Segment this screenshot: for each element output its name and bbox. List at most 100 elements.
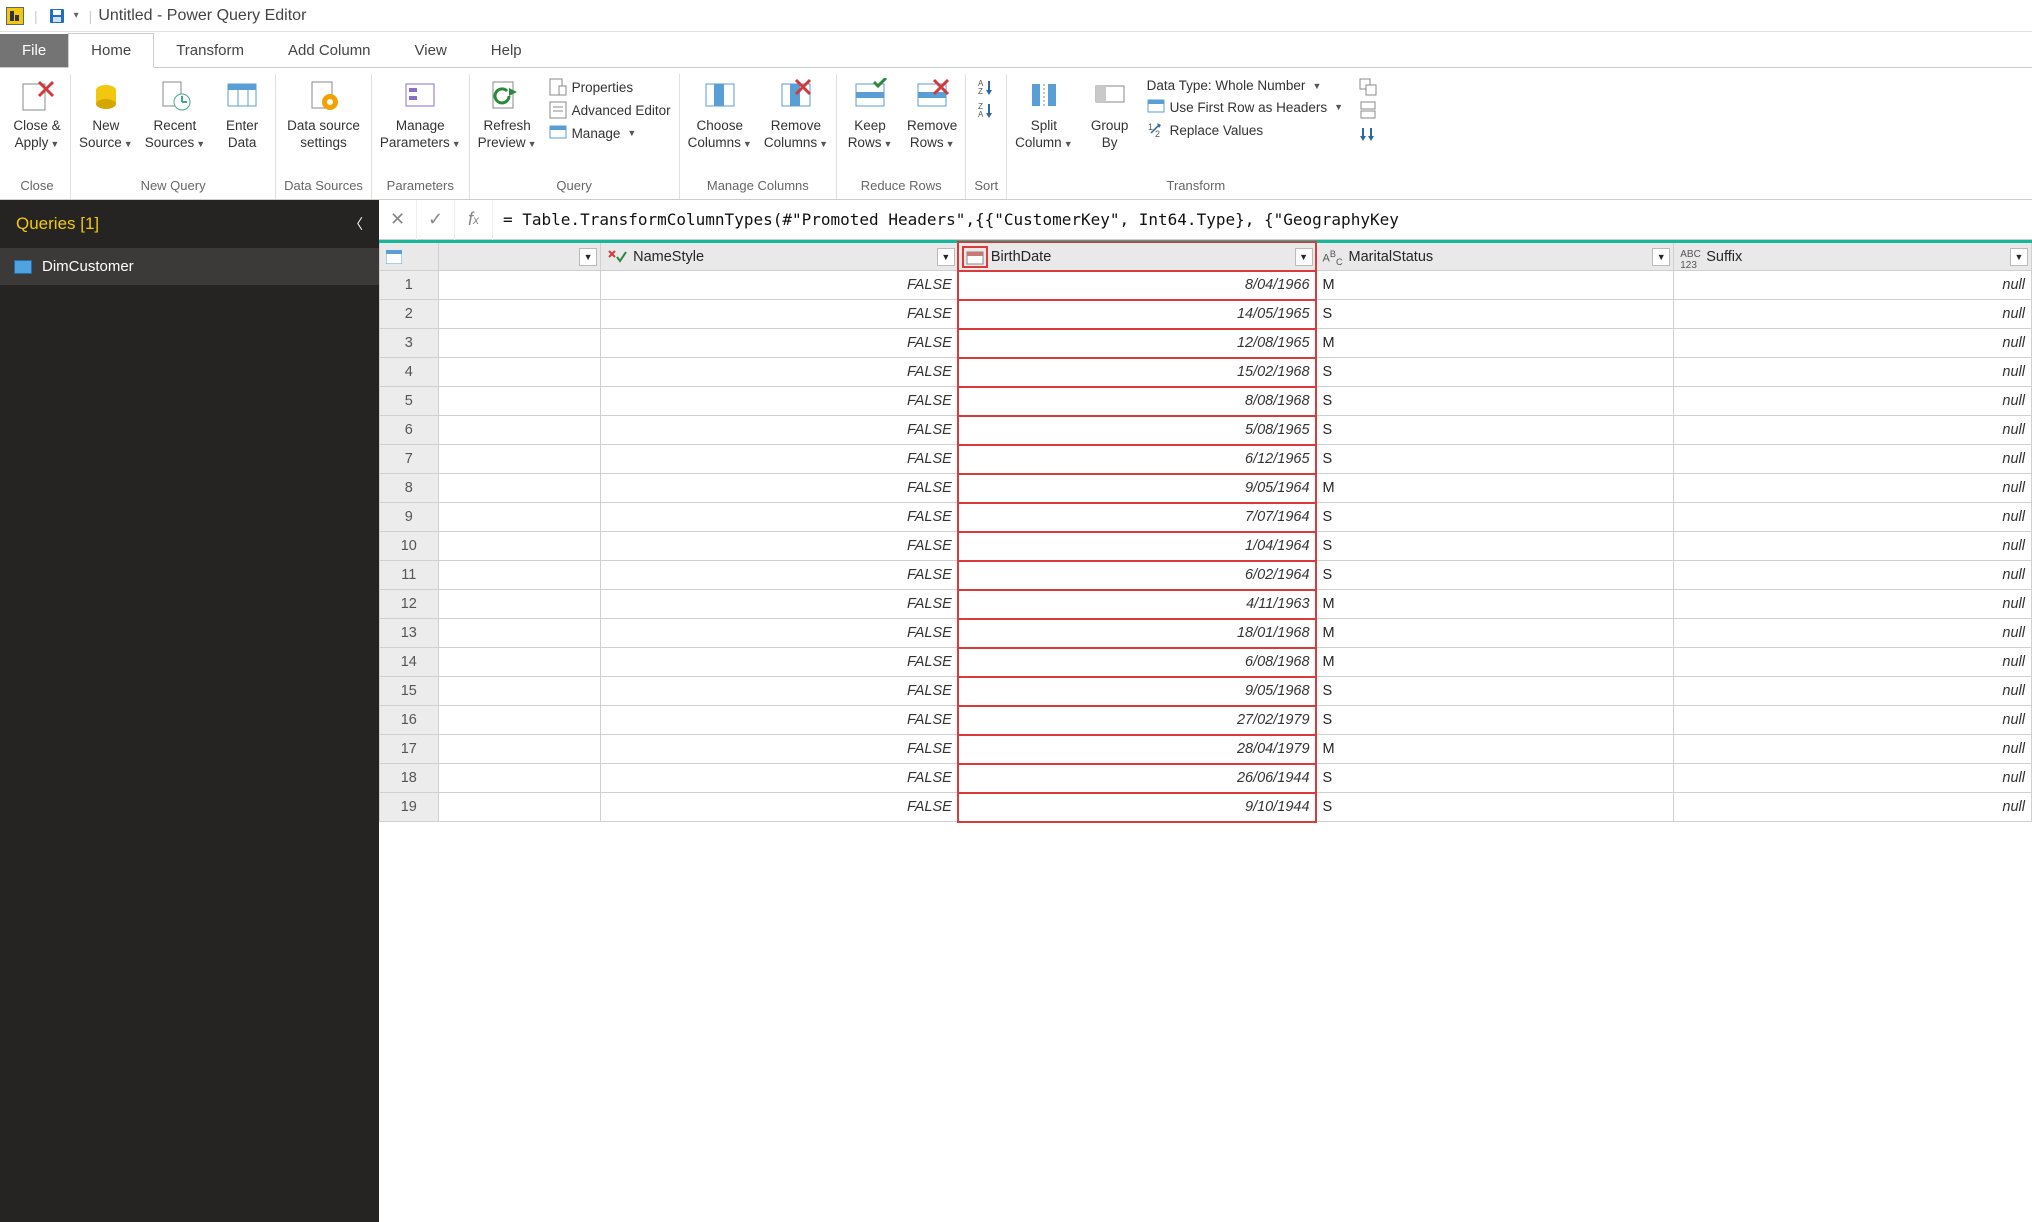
cell-maritalstatus[interactable]: S <box>1316 445 1674 474</box>
cell-maritalstatus[interactable]: S <box>1316 358 1674 387</box>
cell-suffix[interactable]: null <box>1674 416 2032 445</box>
cell-namestyle[interactable]: FALSE <box>601 300 959 329</box>
cell-birthdate[interactable]: 6/12/1965 <box>958 445 1316 474</box>
table-row[interactable]: 10 FALSE1/04/1964Snull <box>380 532 2032 561</box>
combine-files-button[interactable] <box>1359 124 1377 142</box>
replace-values-button[interactable]: 12 Replace Values <box>1147 121 1347 139</box>
cell-blank[interactable] <box>438 764 601 793</box>
cell-birthdate[interactable]: 9/05/1968 <box>958 677 1316 706</box>
cell-namestyle[interactable]: FALSE <box>601 532 959 561</box>
cell-namestyle[interactable]: FALSE <box>601 706 959 735</box>
cell-maritalstatus[interactable]: M <box>1316 619 1674 648</box>
choose-columns-button[interactable]: Choose Columns▼ <box>688 78 752 152</box>
table-row[interactable]: 18FALSE26/06/1944Snull <box>380 764 2032 793</box>
cell-maritalstatus[interactable]: S <box>1316 561 1674 590</box>
advanced-editor-button[interactable]: Advanced Editor <box>549 101 671 119</box>
row-number[interactable]: 7 <box>380 445 439 474</box>
table-row[interactable]: 3FALSE12/08/1965Mnull <box>380 329 2032 358</box>
cell-namestyle[interactable]: FALSE <box>601 474 959 503</box>
data-grid[interactable]: ▼ NameStyle ▼ BirthDate <box>379 240 2032 1222</box>
cell-namestyle[interactable]: FALSE <box>601 648 959 677</box>
table-row[interactable]: 19FALSE9/10/1944Snull <box>380 793 2032 822</box>
cell-blank[interactable] <box>438 445 601 474</box>
data-type-dropdown[interactable]: Data Type: Whole Number▼ <box>1147 78 1347 93</box>
cell-suffix[interactable]: null <box>1674 329 2032 358</box>
table-row[interactable]: 17FALSE28/04/1979Mnull <box>380 735 2032 764</box>
cell-suffix[interactable]: null <box>1674 387 2032 416</box>
query-item-dimcustomer[interactable]: DimCustomer <box>0 248 379 285</box>
cell-birthdate[interactable]: 26/06/1944 <box>958 764 1316 793</box>
formula-input[interactable] <box>493 200 2032 239</box>
row-number[interactable]: 18 <box>380 764 439 793</box>
new-source-button[interactable]: New Source▼ <box>79 78 133 152</box>
remove-rows-button[interactable]: Remove Rows▼ <box>907 78 957 152</box>
cell-blank[interactable] <box>438 677 601 706</box>
row-number[interactable]: 12 <box>380 590 439 619</box>
column-header-birthdate[interactable]: BirthDate ▼ <box>958 242 1316 271</box>
table-row[interactable]: 15FALSE9/05/1968Snull <box>380 677 2032 706</box>
cell-maritalstatus[interactable]: M <box>1316 271 1674 300</box>
table-row[interactable]: 13FALSE18/01/1968Mnull <box>380 619 2032 648</box>
column-header-namestyle[interactable]: NameStyle ▼ <box>601 242 959 271</box>
cell-suffix[interactable]: null <box>1674 271 2032 300</box>
close-apply-button[interactable]: Close & Apply▼ <box>12 78 62 152</box>
row-number[interactable]: 17 <box>380 735 439 764</box>
qat-dropdown-icon[interactable]: ▾ <box>70 10 83 21</box>
cell-birthdate[interactable]: 7/07/1964 <box>958 503 1316 532</box>
cell-blank[interactable] <box>438 619 601 648</box>
cell-suffix[interactable]: null <box>1674 503 2032 532</box>
cell-birthdate[interactable]: 9/05/1964 <box>958 474 1316 503</box>
cell-blank[interactable] <box>438 271 601 300</box>
row-number[interactable]: 8 <box>380 474 439 503</box>
cell-birthdate[interactable]: 9/10/1944 <box>958 793 1316 822</box>
cell-suffix[interactable]: null <box>1674 358 2032 387</box>
filter-icon[interactable]: ▼ <box>2010 248 2028 266</box>
row-number[interactable]: 11 <box>380 561 439 590</box>
table-row[interactable]: 4FALSE15/02/1968Snull <box>380 358 2032 387</box>
cell-blank[interactable] <box>438 503 601 532</box>
cancel-formula-button[interactable]: ✕ <box>379 200 417 240</box>
table-row[interactable]: 11FALSE6/02/1964Snull <box>380 561 2032 590</box>
tab-home[interactable]: Home <box>68 33 154 68</box>
recent-sources-button[interactable]: Recent Sources▼ <box>145 78 205 152</box>
table-row[interactable]: 9FALSE7/07/1964Snull <box>380 503 2032 532</box>
append-queries-button[interactable] <box>1359 101 1377 119</box>
cell-blank[interactable] <box>438 561 601 590</box>
cell-blank[interactable] <box>438 706 601 735</box>
row-number[interactable]: 13 <box>380 619 439 648</box>
table-row[interactable]: 12FALSE4/11/1963Mnull <box>380 590 2032 619</box>
cell-namestyle[interactable]: FALSE <box>601 561 959 590</box>
cell-suffix[interactable]: null <box>1674 445 2032 474</box>
cell-suffix[interactable]: null <box>1674 590 2032 619</box>
row-number[interactable]: 5 <box>380 387 439 416</box>
cell-birthdate[interactable]: 27/02/1979 <box>958 706 1316 735</box>
column-header-blank[interactable]: ▼ <box>438 242 601 271</box>
cell-blank[interactable] <box>438 300 601 329</box>
cell-namestyle[interactable]: FALSE <box>601 329 959 358</box>
cell-birthdate[interactable]: 1/04/1964 <box>958 532 1316 561</box>
cell-maritalstatus[interactable]: S <box>1316 764 1674 793</box>
properties-button[interactable]: Properties <box>549 78 671 96</box>
merge-queries-button[interactable] <box>1359 78 1377 96</box>
fx-icon[interactable]: fx <box>455 200 493 240</box>
commit-formula-button[interactable]: ✓ <box>417 200 455 240</box>
cell-suffix[interactable]: null <box>1674 619 2032 648</box>
enter-data-button[interactable]: Enter Data <box>217 78 267 152</box>
tab-view[interactable]: View <box>393 34 469 67</box>
cell-blank[interactable] <box>438 474 601 503</box>
row-number[interactable]: 15 <box>380 677 439 706</box>
table-row[interactable]: 6FALSE5/08/1965Snull <box>380 416 2032 445</box>
sort-desc-button[interactable]: ZA <box>977 101 995 119</box>
row-number[interactable]: 10 <box>380 532 439 561</box>
cell-maritalstatus[interactable]: S <box>1316 532 1674 561</box>
cell-birthdate[interactable]: 28/04/1979 <box>958 735 1316 764</box>
remove-columns-button[interactable]: Remove Columns▼ <box>764 78 828 152</box>
cell-maritalstatus[interactable]: M <box>1316 590 1674 619</box>
row-number[interactable]: 6 <box>380 416 439 445</box>
cell-blank[interactable] <box>438 793 601 822</box>
cell-suffix[interactable]: null <box>1674 532 2032 561</box>
row-number[interactable]: 9 <box>380 503 439 532</box>
cell-blank[interactable] <box>438 735 601 764</box>
column-header-suffix[interactable]: ABC123 Suffix ▼ <box>1674 242 2032 271</box>
cell-namestyle[interactable]: FALSE <box>601 764 959 793</box>
